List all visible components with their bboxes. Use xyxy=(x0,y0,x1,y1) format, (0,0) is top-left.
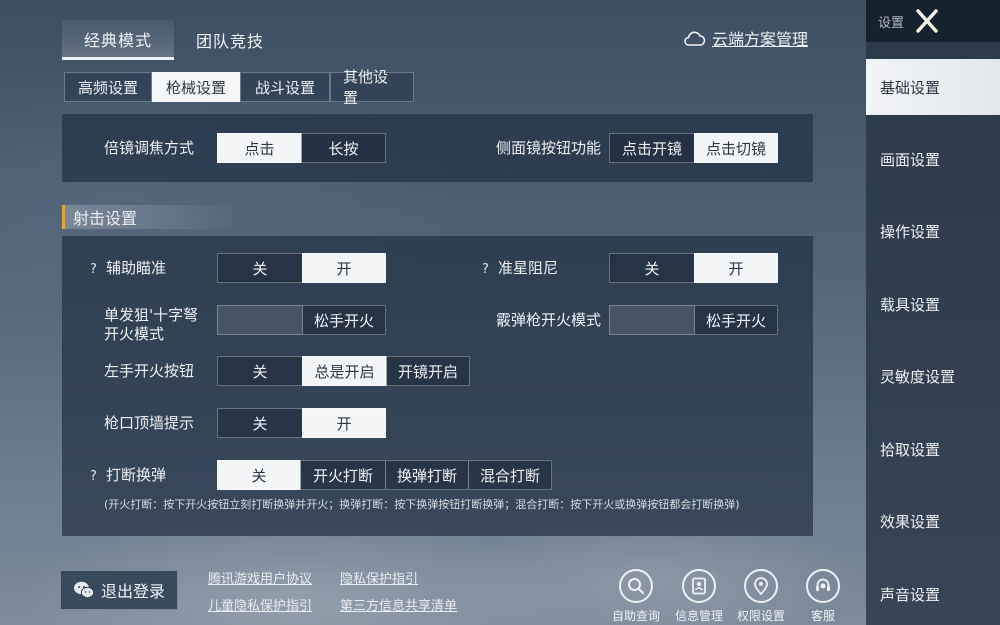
side-scope-selector: 点击开镜 点击切镜 xyxy=(609,133,778,163)
sidebar-item-controls[interactable]: 操作设置 xyxy=(866,203,1000,259)
close-icon[interactable] xyxy=(912,6,942,36)
sniper-fire-option-disabled xyxy=(217,305,303,335)
sidebar-item-basic[interactable]: 基础设置 xyxy=(866,59,1000,115)
third-party-info-link[interactable]: 第三方信息共享清单 xyxy=(340,595,457,614)
zoom-mode-label: 倍镜调焦方式 xyxy=(104,139,195,157)
logout-button[interactable]: 退出登录 xyxy=(60,570,178,610)
muzzle-wall-label: 枪口顶墙提示 xyxy=(104,414,195,432)
crosshair-damping-off[interactable]: 关 xyxy=(609,253,695,283)
tab-combat-settings[interactable]: 战斗设置 xyxy=(240,72,330,102)
tab-classic-mode[interactable]: 经典模式 xyxy=(62,20,174,60)
crosshair-damping-on[interactable]: 开 xyxy=(694,253,778,283)
interrupt-reload-fire[interactable]: 开火打断 xyxy=(300,460,386,490)
left-fire-scope-on[interactable]: 开镜开启 xyxy=(386,356,470,386)
crosshair-damping-text: 准星阻尼 xyxy=(498,259,559,277)
interrupt-reload-off[interactable]: 关 xyxy=(217,460,301,490)
customer-service-label: 客服 xyxy=(810,609,835,623)
interrupt-reload-text: 打断换弹 xyxy=(106,466,167,484)
id-card-icon xyxy=(692,577,706,595)
interrupt-reload-reload[interactable]: 换弹打断 xyxy=(385,460,469,490)
sidebar-item-sound[interactable]: 声音设置 xyxy=(866,566,1000,622)
shotgun-fire-mode-label: 霰弹枪开火模式 xyxy=(496,311,602,329)
sniper-fire-option-release[interactable]: 松手开火 xyxy=(302,305,386,335)
permission-settings-button[interactable]: 权限设置 xyxy=(730,569,792,624)
muzzle-wall-off[interactable]: 关 xyxy=(217,408,303,438)
search-icon xyxy=(628,578,645,595)
aim-assist-on[interactable]: 开 xyxy=(302,253,386,283)
customer-service-button[interactable]: 客服 xyxy=(792,569,854,624)
zoom-option-tap[interactable]: 点击 xyxy=(217,133,302,163)
aim-assist-off[interactable]: 关 xyxy=(217,253,303,283)
aim-assist-label: ? 辅助瞄准 xyxy=(90,259,166,279)
cloud-scheme-label: 云端方案管理 xyxy=(712,30,809,49)
crosshair-damping-toggle: 关 开 xyxy=(609,253,778,283)
interrupt-reload-mixed[interactable]: 混合打断 xyxy=(468,460,552,490)
sidebar-title: 设置 xyxy=(878,15,905,31)
help-icon[interactable]: ? xyxy=(90,260,104,279)
tab-team-deathmatch[interactable]: 团队竞技 xyxy=(174,20,286,60)
aim-assist-text: 辅助瞄准 xyxy=(106,259,167,277)
side-option-switch-scope[interactable]: 点击切镜 xyxy=(694,133,778,163)
sidebar-item-graphics[interactable]: 画面设置 xyxy=(866,131,1000,187)
crosshair-damping-label: ? 准星阻尼 xyxy=(482,259,558,279)
permission-icon-frame xyxy=(744,569,778,603)
customer-service-icon-frame xyxy=(806,569,840,603)
left-fire-always-on[interactable]: 总是开启 xyxy=(302,356,387,386)
id-card-icon-frame xyxy=(682,569,716,603)
left-fire-button-selector: 关 总是开启 开镜开启 xyxy=(217,356,470,386)
left-fire-button-label: 左手开火按钮 xyxy=(104,362,195,380)
privacy-guide-link[interactable]: 隐私保护指引 xyxy=(340,568,418,587)
mode-tabs: 经典模式 团队竞技 xyxy=(62,20,286,60)
shotgun-fire-option-disabled xyxy=(609,305,695,335)
customer-service-icon xyxy=(816,578,830,591)
section-title-text: 射击设置 xyxy=(73,209,138,228)
shotgun-fire-mode-selector: 松手开火 xyxy=(609,305,778,335)
sniper-fire-mode-selector: 松手开火 xyxy=(217,305,386,335)
search-icon-frame xyxy=(619,569,653,603)
side-scope-label: 侧面镜按钮功能 xyxy=(496,139,602,157)
sidebar-item-effects[interactable]: 效果设置 xyxy=(866,493,1000,549)
sidebar-item-sensitivity[interactable]: 灵敏度设置 xyxy=(866,348,1000,404)
interrupt-reload-note: (开火打断：按下开火按钮立刻打断换弹并开火；换弹打断：按下换弹按钮打断换弹；混合… xyxy=(104,498,740,511)
cloud-icon xyxy=(684,31,706,46)
sidebar-item-pickup[interactable]: 拾取设置 xyxy=(866,421,1000,477)
side-option-open-scope[interactable]: 点击开镜 xyxy=(609,133,695,163)
interrupt-reload-selector: 关 开火打断 换弹打断 混合打断 xyxy=(217,460,552,490)
info-management-label: 信息管理 xyxy=(674,609,723,623)
user-agreement-link[interactable]: 腾讯游戏用户协议 xyxy=(208,568,312,587)
permission-icon xyxy=(754,577,768,596)
self-service-query-button[interactable]: 自助查询 xyxy=(605,569,667,624)
sniper-fire-label-line1: 单发狙'十字弩 xyxy=(104,306,199,324)
wechat-icon xyxy=(73,581,95,599)
tab-high-frequency[interactable]: 高频设置 xyxy=(64,72,152,102)
sub-tabs: 高频设置 枪械设置 战斗设置 其他设置 xyxy=(64,68,414,107)
tab-weapon-settings[interactable]: 枪械设置 xyxy=(152,72,240,102)
sniper-fire-mode-label: 单发狙'十字弩 开火模式 xyxy=(104,306,198,344)
muzzle-wall-toggle: 关 开 xyxy=(217,408,386,438)
self-service-query-label: 自助查询 xyxy=(611,609,660,623)
logout-label: 退出登录 xyxy=(100,582,165,601)
muzzle-wall-on[interactable]: 开 xyxy=(302,408,386,438)
permission-settings-label: 权限设置 xyxy=(736,609,785,623)
section-title-shooting: 射击设置 xyxy=(62,205,232,229)
sidebar-item-vehicle[interactable]: 载具设置 xyxy=(866,276,1000,332)
settings-sidebar: 设置 基础设置 画面设置 操作设置 载具设置 灵敏度设置 拾取设置 效果设置 声… xyxy=(866,0,1000,625)
zoom-mode-selector: 点击 长按 xyxy=(217,133,386,163)
info-management-button[interactable]: 信息管理 xyxy=(668,569,730,624)
help-icon[interactable]: ? xyxy=(90,467,104,486)
sniper-fire-label-line2: 开火模式 xyxy=(104,325,165,343)
zoom-option-hold[interactable]: 长按 xyxy=(301,133,386,163)
interrupt-reload-label: ? 打断换弹 xyxy=(90,466,166,486)
help-icon[interactable]: ? xyxy=(482,260,496,279)
cloud-scheme-link[interactable]: 云端方案管理 xyxy=(682,26,808,50)
left-fire-off[interactable]: 关 xyxy=(217,356,303,386)
shotgun-fire-option-release[interactable]: 松手开火 xyxy=(694,305,778,335)
aim-assist-toggle: 关 开 xyxy=(217,253,386,283)
child-privacy-link[interactable]: 儿童隐私保护指引 xyxy=(208,595,312,614)
tab-other-settings[interactable]: 其他设置 xyxy=(330,68,414,107)
